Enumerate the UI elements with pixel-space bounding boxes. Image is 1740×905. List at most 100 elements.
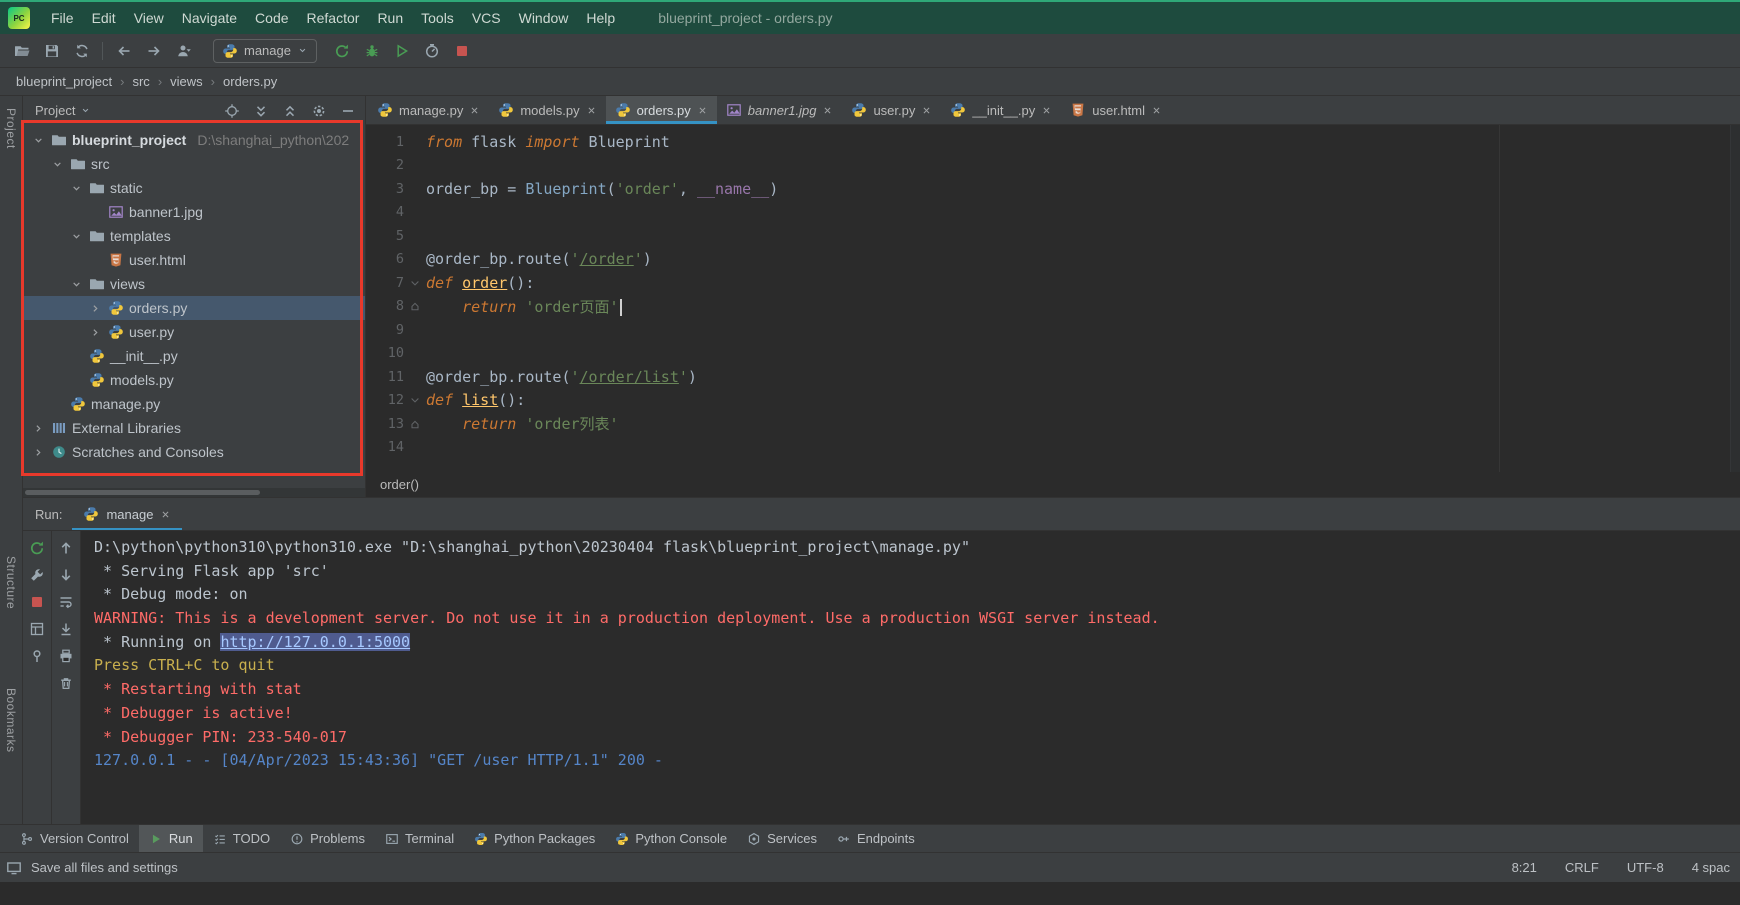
toolwindow-todo[interactable]: TODO [203,825,280,852]
status-4-spac[interactable]: 4 spac [1692,860,1730,875]
up-button[interactable] [55,539,77,556]
close-icon[interactable] [469,105,480,116]
toolwindow-services[interactable]: Services [737,825,827,852]
chevron-down-icon[interactable] [69,230,84,243]
tree-item-external-libraries[interactable]: External Libraries [23,416,365,440]
run-configuration-select[interactable]: manage [213,38,317,63]
back-button[interactable] [110,38,137,64]
status-utf-8[interactable]: UTF-8 [1627,860,1664,875]
menu-code[interactable]: Code [246,4,297,32]
toolwindow-version-control[interactable]: Version Control [10,825,139,852]
tree-item-manage-py[interactable]: manage.py [23,392,365,416]
rerun-button[interactable] [26,539,48,556]
close-icon[interactable] [697,105,708,116]
menu-refactor[interactable]: Refactor [298,4,369,32]
profile-button[interactable] [419,38,446,64]
sync-button[interactable] [68,38,95,64]
tree-item-blueprint-project[interactable]: blueprint_project D:\shanghai_python\202 [23,128,365,152]
menu-view[interactable]: View [125,4,173,32]
select-opened-file-button[interactable] [223,102,241,120]
toolwindow-python-packages[interactable]: Python Packages [464,825,605,852]
close-icon[interactable] [921,105,932,116]
toolwindow-python-console[interactable]: Python Console [605,825,737,852]
save-button[interactable] [38,38,65,64]
menu-help[interactable]: Help [577,4,624,32]
toolwindow-run[interactable]: Run [138,825,203,852]
menu-edit[interactable]: Edit [83,4,125,32]
tree-item-user-html[interactable]: user.html [23,248,365,272]
chevron-right-icon[interactable] [88,302,103,315]
chevron-down-icon[interactable] [31,134,46,147]
open-button[interactable] [8,38,35,64]
tree-item-init-py[interactable]: __init__.py [23,344,365,368]
close-icon[interactable] [1041,105,1052,116]
toolwindow-endpoints[interactable]: Endpoints [827,825,925,852]
down-button[interactable] [55,566,77,583]
tree-item-banner1-jpg[interactable]: banner1.jpg [23,200,365,224]
tree-item-templates[interactable]: templates [23,224,365,248]
breadcrumb-views[interactable]: views [168,74,205,89]
menu-navigate[interactable]: Navigate [173,4,246,32]
editor-tab-manage-py[interactable]: manage.py [368,96,489,124]
fold-bottom-icon[interactable] [404,300,426,312]
gear-button[interactable] [310,102,328,120]
run-console[interactable]: D:\python\python310\python310.exe "D:\sh… [81,531,1740,824]
chevron-right-icon[interactable] [88,326,103,339]
console-link[interactable]: http://127.0.0.1:5000 [220,632,411,651]
status-crlf[interactable]: CRLF [1565,860,1599,875]
close-icon[interactable] [160,509,171,520]
tree-item-src[interactable]: src [23,152,365,176]
printer-button[interactable] [55,647,77,664]
breadcrumb-orders-py[interactable]: orders.py [221,74,279,89]
editor-scrollbar[interactable] [1730,125,1740,472]
editor-tab-user-html[interactable]: user.html [1061,96,1171,124]
menu-file[interactable]: File [42,4,83,32]
clear-button[interactable] [55,674,77,691]
tree-item-orders-py[interactable]: orders.py [23,296,365,320]
scroll-end-button[interactable] [55,620,77,637]
wrench-button[interactable] [26,566,48,583]
editor-tab-user-py[interactable]: user.py [842,96,941,124]
tree-item-models-py[interactable]: models.py [23,368,365,392]
tool-window-switcher-icon[interactable] [6,860,22,876]
rerun-button[interactable] [329,38,356,64]
fold-top-icon[interactable] [404,277,426,289]
editor-tab-models-py[interactable]: models.py [489,96,605,124]
scrollbar-thumb[interactable] [25,490,260,495]
fold-bottom-icon[interactable] [404,418,426,430]
tree-item-views[interactable]: views [23,272,365,296]
editor-breadcrumb[interactable]: order() [366,472,1740,497]
editor-tab-banner1-jpg[interactable]: banner1.jpg [717,96,843,124]
chevron-down-icon[interactable] [50,158,65,171]
tree-item-static[interactable]: static [23,176,365,200]
pin-button[interactable] [26,647,48,664]
close-icon[interactable] [1151,105,1162,116]
project-panel-scrollbar[interactable] [23,488,365,497]
collapse-all-button[interactable] [281,102,299,120]
menu-vcs[interactable]: VCS [463,4,510,32]
user-button[interactable] [170,38,197,64]
coverage-button[interactable] [389,38,416,64]
project-panel-title[interactable]: Project [35,103,91,118]
editor-tab-init-py[interactable]: __init__.py [941,96,1061,124]
editor-tab-orders-py[interactable]: orders.py [605,96,717,124]
code-editor[interactable]: 1 from flask import Blueprint 2 3 order_bp =… [366,125,1740,472]
stop-button[interactable] [26,593,48,610]
menu-run[interactable]: Run [368,4,412,32]
chevron-down-icon[interactable] [69,182,84,195]
stripe-structure[interactable]: Structure [4,556,18,609]
status-8-21[interactable]: 8:21 [1512,860,1537,875]
fold-top-icon[interactable] [404,394,426,406]
close-icon[interactable] [822,105,833,116]
breadcrumb-blueprint-project[interactable]: blueprint_project [14,74,114,89]
menu-tools[interactable]: Tools [412,4,463,32]
chevron-right-icon[interactable] [31,422,46,435]
forward-button[interactable] [140,38,167,64]
stripe-bookmarks[interactable]: Bookmarks [4,688,18,753]
tree-item-user-py[interactable]: user.py [23,320,365,344]
toolwindow-terminal[interactable]: Terminal [375,825,464,852]
chevron-down-icon[interactable] [69,278,84,291]
soft-wrap-button[interactable] [55,593,77,610]
debug-button[interactable] [359,38,386,64]
expand-all-button[interactable] [252,102,270,120]
